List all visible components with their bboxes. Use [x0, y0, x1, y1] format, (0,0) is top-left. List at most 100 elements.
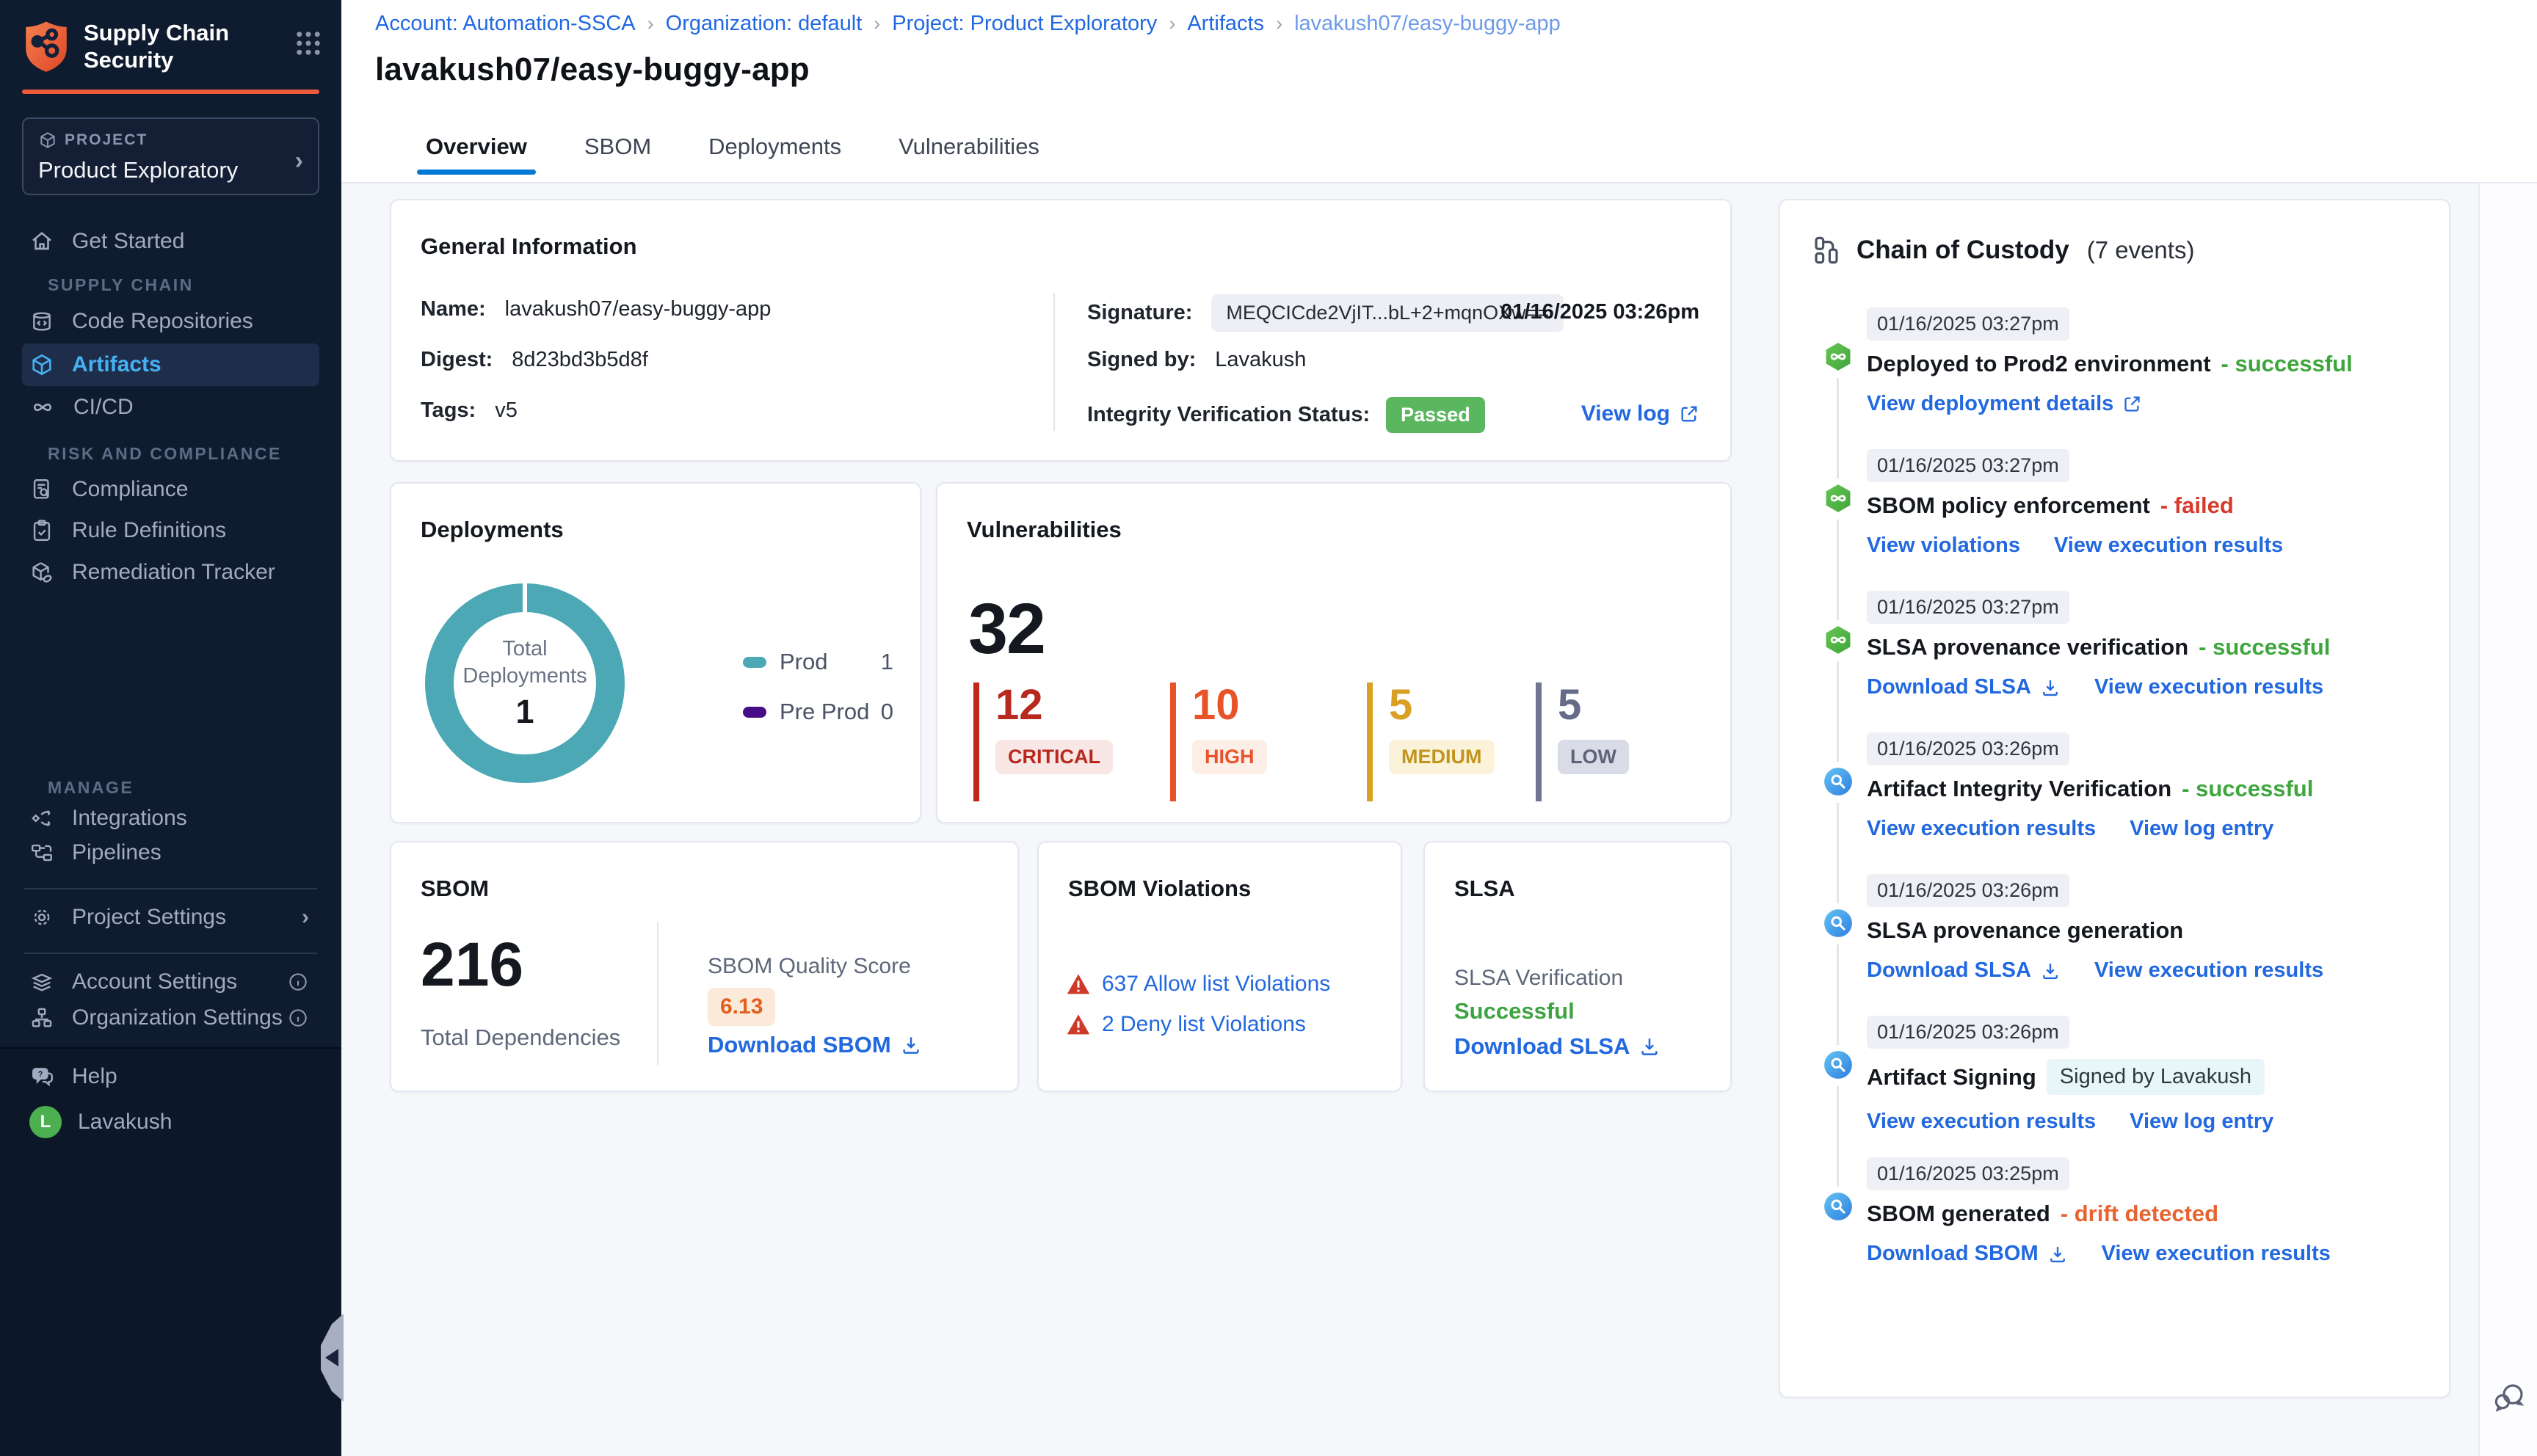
sidebar-item-remediation-tracker[interactable]: Remediation Tracker — [22, 551, 319, 594]
allow-list-violations-link[interactable]: 637 Allow list Violations — [1102, 972, 1330, 997]
event-title: Artifact Signing — [1867, 1063, 2036, 1090]
download-slsa-link[interactable]: Download SLSA — [1867, 958, 2061, 983]
chain-event: 01/16/2025 03:27pm SBOM policy enforceme… — [1780, 449, 2449, 620]
event-status: - failed — [2160, 492, 2234, 518]
sidebar-item-cicd[interactable]: CI/CD — [22, 386, 319, 429]
sidebar-item-organization-settings[interactable]: Organization Settings — [22, 997, 319, 1039]
package-pill-icon — [32, 562, 52, 583]
event-title: Artifact Integrity Verification — [1867, 776, 2172, 801]
sidebar-item-label: Code Repositories — [72, 309, 253, 333]
breadcrumb-organization[interactable]: Organization: default — [666, 12, 863, 36]
tab-deployments[interactable]: Deployments — [708, 112, 841, 182]
signed-by-label: Signed by: — [1087, 348, 1197, 371]
event-timestamp: 01/16/2025 03:26pm — [1867, 732, 2069, 765]
sidebar-item-label: Remediation Tracker — [72, 560, 275, 584]
view-execution-results-link[interactable]: View execution results — [2094, 958, 2323, 983]
sidebar-section-supply-chain: SUPPLY CHAIN — [48, 275, 194, 294]
pipelines-icon — [32, 844, 52, 862]
sidebar-item-help[interactable]: ? Help — [22, 1055, 319, 1098]
card-title: SLSA — [1454, 876, 1515, 901]
document-search-icon — [33, 479, 49, 499]
breadcrumb-account[interactable]: Account: Automation-SSCA — [375, 12, 636, 36]
view-log-link[interactable]: View log — [1581, 401, 1699, 426]
event-status: - successful — [2182, 776, 2314, 801]
page-header: Account: Automation-SSCA › Organization: … — [341, 0, 2537, 183]
low-count: 5 — [1558, 681, 1582, 729]
app-launcher-icon[interactable] — [293, 28, 324, 59]
chain-of-custody-panel: Chain of Custody (7 events) 01/16/2025 0… — [1779, 199, 2450, 1398]
sidebar-item-compliance[interactable]: Compliance — [22, 468, 319, 511]
legend-item-preprod: Pre Prod 0 — [743, 694, 893, 730]
chat-support-icon[interactable] — [2491, 1380, 2527, 1419]
breadcrumb-project[interactable]: Project: Product Exploratory — [892, 12, 1157, 36]
view-execution-results-link[interactable]: View execution results — [2054, 534, 2283, 558]
download-sbom-link[interactable]: Download SBOM — [1867, 1242, 2068, 1266]
preprod-swatch — [743, 706, 766, 718]
tab-overview[interactable]: Overview — [417, 112, 536, 182]
tab-vulnerabilities[interactable]: Vulnerabilities — [899, 112, 1039, 182]
sidebar-item-label: CI/CD — [73, 395, 134, 419]
card-title: Deployments — [421, 517, 564, 542]
view-violations-link[interactable]: View violations — [1867, 534, 2020, 558]
download-icon — [2043, 680, 2058, 696]
pipeline-deploy-icon — [1826, 343, 1851, 371]
event-status: - successful — [2221, 351, 2353, 376]
scan-step-icon — [1824, 768, 1852, 796]
chain-event: 01/16/2025 03:26pm Artifact Signing Signe… — [1780, 1016, 2449, 1187]
deployments-card: Deployments Total Deployments 1 Prod 1 Pr… — [390, 482, 921, 823]
download-slsa-link[interactable]: Download SLSA — [1867, 675, 2061, 699]
view-execution-results-link[interactable]: View execution results — [2102, 1242, 2331, 1266]
pipeline-deploy-icon — [1826, 626, 1851, 654]
info-icon[interactable] — [287, 971, 309, 993]
chain-event: 01/16/2025 03:27pm SLSA provenance verif… — [1780, 591, 2449, 762]
sidebar-item-rule-definitions[interactable]: Rule Definitions — [22, 509, 319, 552]
legend-value: 0 — [880, 699, 893, 724]
view-execution-results-link[interactable]: View execution results — [1867, 1110, 2096, 1134]
view-log-entry-link[interactable]: View log entry — [2130, 1110, 2273, 1134]
download-icon — [903, 1037, 919, 1054]
vulnerabilities-total: 32 — [968, 589, 1046, 669]
card-title: SBOM Violations — [1068, 876, 1252, 901]
high-count: 10 — [1192, 681, 1240, 729]
download-sbom-link[interactable]: Download SBOM — [708, 1032, 922, 1058]
critical-count: 12 — [995, 681, 1043, 729]
tab-sbom[interactable]: SBOM — [584, 112, 651, 182]
breadcrumb-separator: › — [1276, 12, 1283, 34]
sidebar-item-label: Artifacts — [72, 352, 161, 376]
event-title: SLSA provenance generation — [1867, 917, 2184, 943]
deny-list-violations-link[interactable]: 2 Deny list Violations — [1102, 1012, 1306, 1037]
signature-timestamp: 01/16/2025 03:26pm — [1500, 300, 1699, 324]
breadcrumb-artifacts[interactable]: Artifacts — [1187, 12, 1264, 36]
view-execution-results-link[interactable]: View execution results — [1867, 817, 2096, 841]
general-information-card: General Information Name: lavakush07/easy… — [390, 199, 1732, 462]
scan-step-icon — [1824, 1051, 1852, 1079]
sidebar-item-label: Project Settings — [72, 905, 227, 929]
tab-bar: Overview SBOM Deployments Vulnerabilitie… — [417, 112, 1039, 182]
sidebar-item-pipelines[interactable]: Pipelines — [22, 831, 319, 874]
sidebar-item-get-started[interactable]: Get Started — [22, 220, 319, 263]
warning-icon — [1067, 974, 1090, 994]
brand-accent-bar — [22, 90, 319, 94]
event-timestamp: 01/16/2025 03:27pm — [1867, 307, 2069, 341]
external-link-icon — [2124, 396, 2140, 412]
sbom-total-dependencies: 216 — [421, 930, 524, 999]
info-icon[interactable] — [287, 1007, 309, 1029]
sidebar-item-artifacts[interactable]: Artifacts — [22, 343, 319, 386]
event-timestamp: 01/16/2025 03:27pm — [1867, 591, 2069, 624]
sidebar-footer: ? Help L Lavakush — [0, 1047, 341, 1456]
sidebar: Supply Chain Security PROJECT Product Ex… — [0, 0, 341, 1456]
view-execution-results-link[interactable]: View execution results — [2094, 675, 2323, 699]
download-icon — [2043, 963, 2058, 979]
view-log-entry-link[interactable]: View log entry — [2130, 817, 2273, 841]
slsa-verification-label: SLSA Verification — [1454, 966, 1624, 990]
download-slsa-link[interactable]: Download SLSA — [1454, 1033, 1661, 1060]
tags-value: v5 — [495, 398, 518, 422]
view-deployment-details-link[interactable]: View deployment details — [1867, 392, 2142, 416]
breadcrumb-separator: › — [1169, 12, 1176, 34]
scan-step-icon — [1824, 1193, 1852, 1220]
user-menu[interactable]: L Lavakush — [22, 1101, 319, 1143]
sidebar-item-code-repositories[interactable]: Code Repositories — [22, 300, 319, 343]
code-repo-icon — [33, 312, 51, 331]
sidebar-item-project-settings[interactable]: Project Settings › — [22, 896, 319, 939]
project-selector[interactable]: PROJECT Product Exploratory › — [22, 117, 319, 195]
